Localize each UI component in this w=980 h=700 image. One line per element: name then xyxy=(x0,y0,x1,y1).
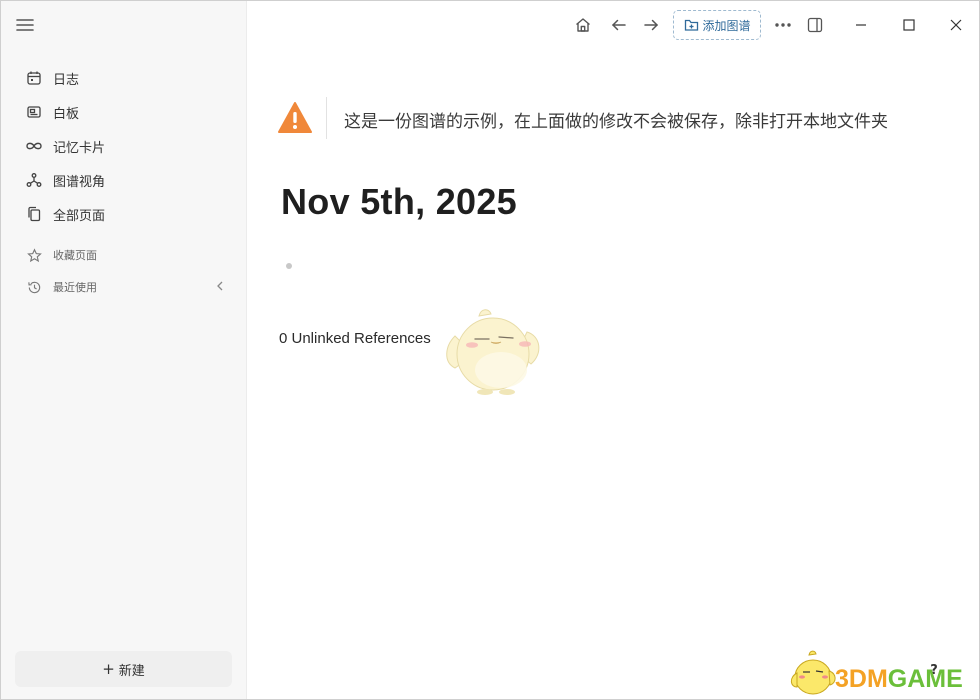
sidebar-item-whiteboards[interactable]: 白板 xyxy=(15,95,233,129)
warning-icon xyxy=(277,101,313,135)
sidebar-item-graph-view[interactable]: 图谱视角 xyxy=(15,163,233,197)
sidebar-sections: 收藏页面 最近使用 xyxy=(15,239,233,303)
back-arrow-icon[interactable] xyxy=(607,13,631,37)
pages-icon xyxy=(25,205,43,223)
sidebar-item-favorites[interactable]: 收藏页面 xyxy=(15,239,233,271)
sidebar-item-all-pages[interactable]: 全部页面 xyxy=(15,197,233,231)
empty-block-bullet[interactable] xyxy=(286,263,292,269)
demo-graph-warning: 这是一份图谱的示例，在上面做的修改不会被保存，除非打开本地文件夹 xyxy=(277,97,937,141)
sidebar-item-label: 日志 xyxy=(53,72,80,88)
forward-arrow-icon[interactable] xyxy=(639,13,663,37)
app-window: 日志 白板 记忆卡片 图谱视角 全部页面 收藏页面 最近使用 + 新建 添加图谱… xyxy=(0,0,980,700)
mascot-illustration xyxy=(441,306,543,396)
chevron-left-icon[interactable] xyxy=(215,279,225,296)
sidebar-nav: 日志 白板 记忆卡片 图谱视角 全部页面 xyxy=(15,61,233,231)
sidebar-item-label: 白板 xyxy=(53,106,80,122)
watermark-part-2: GAME xyxy=(887,665,963,693)
sidebar-item-recent[interactable]: 最近使用 xyxy=(15,271,233,303)
home-icon[interactable] xyxy=(571,13,595,37)
plus-icon: + xyxy=(102,660,115,678)
new-page-label: 新建 xyxy=(118,663,145,679)
history-icon xyxy=(25,278,43,296)
maximize-icon[interactable] xyxy=(897,13,921,37)
more-icon[interactable] xyxy=(771,13,795,37)
warning-text: 这是一份图谱的示例，在上面做的修改不会被保存，除非打开本地文件夹 xyxy=(344,112,888,132)
star-icon xyxy=(25,246,43,264)
sidebar-toggle-icon[interactable] xyxy=(803,13,827,37)
watermark-part-1: 3DM xyxy=(835,665,888,693)
left-sidebar: 日志 白板 记忆卡片 图谱视角 全部页面 收藏页面 最近使用 + 新建 xyxy=(1,1,247,699)
watermark-logo: 3DMGAME xyxy=(787,649,977,697)
hamburger-icon[interactable] xyxy=(13,13,37,37)
calendar-icon xyxy=(25,69,43,87)
sidebar-item-journals[interactable]: 日志 xyxy=(15,61,233,95)
sidebar-item-label: 最近使用 xyxy=(53,281,97,294)
sidebar-item-label: 全部页面 xyxy=(53,208,106,224)
sidebar-item-label: 记忆卡片 xyxy=(53,140,106,156)
close-icon[interactable] xyxy=(944,13,968,37)
add-graph-button[interactable]: 添加图谱 xyxy=(673,10,761,40)
new-page-button[interactable]: + 新建 xyxy=(15,651,232,687)
folder-add-icon xyxy=(683,17,699,33)
sidebar-item-label: 收藏页面 xyxy=(53,249,97,262)
graph-icon xyxy=(25,171,43,189)
watermark-text: 3DMGAME xyxy=(835,665,963,694)
add-graph-label: 添加图谱 xyxy=(702,18,751,33)
sidebar-item-flashcards[interactable]: 记忆卡片 xyxy=(15,129,233,163)
minimize-icon[interactable] xyxy=(849,13,873,37)
whiteboard-icon xyxy=(25,103,43,121)
banner-divider xyxy=(326,97,327,139)
page-title[interactable]: Nov 5th, 2025 xyxy=(281,181,517,223)
sidebar-item-label: 图谱视角 xyxy=(53,174,106,190)
unlinked-references-toggle[interactable]: 0 Unlinked References xyxy=(279,330,431,347)
infinity-icon xyxy=(25,137,43,155)
